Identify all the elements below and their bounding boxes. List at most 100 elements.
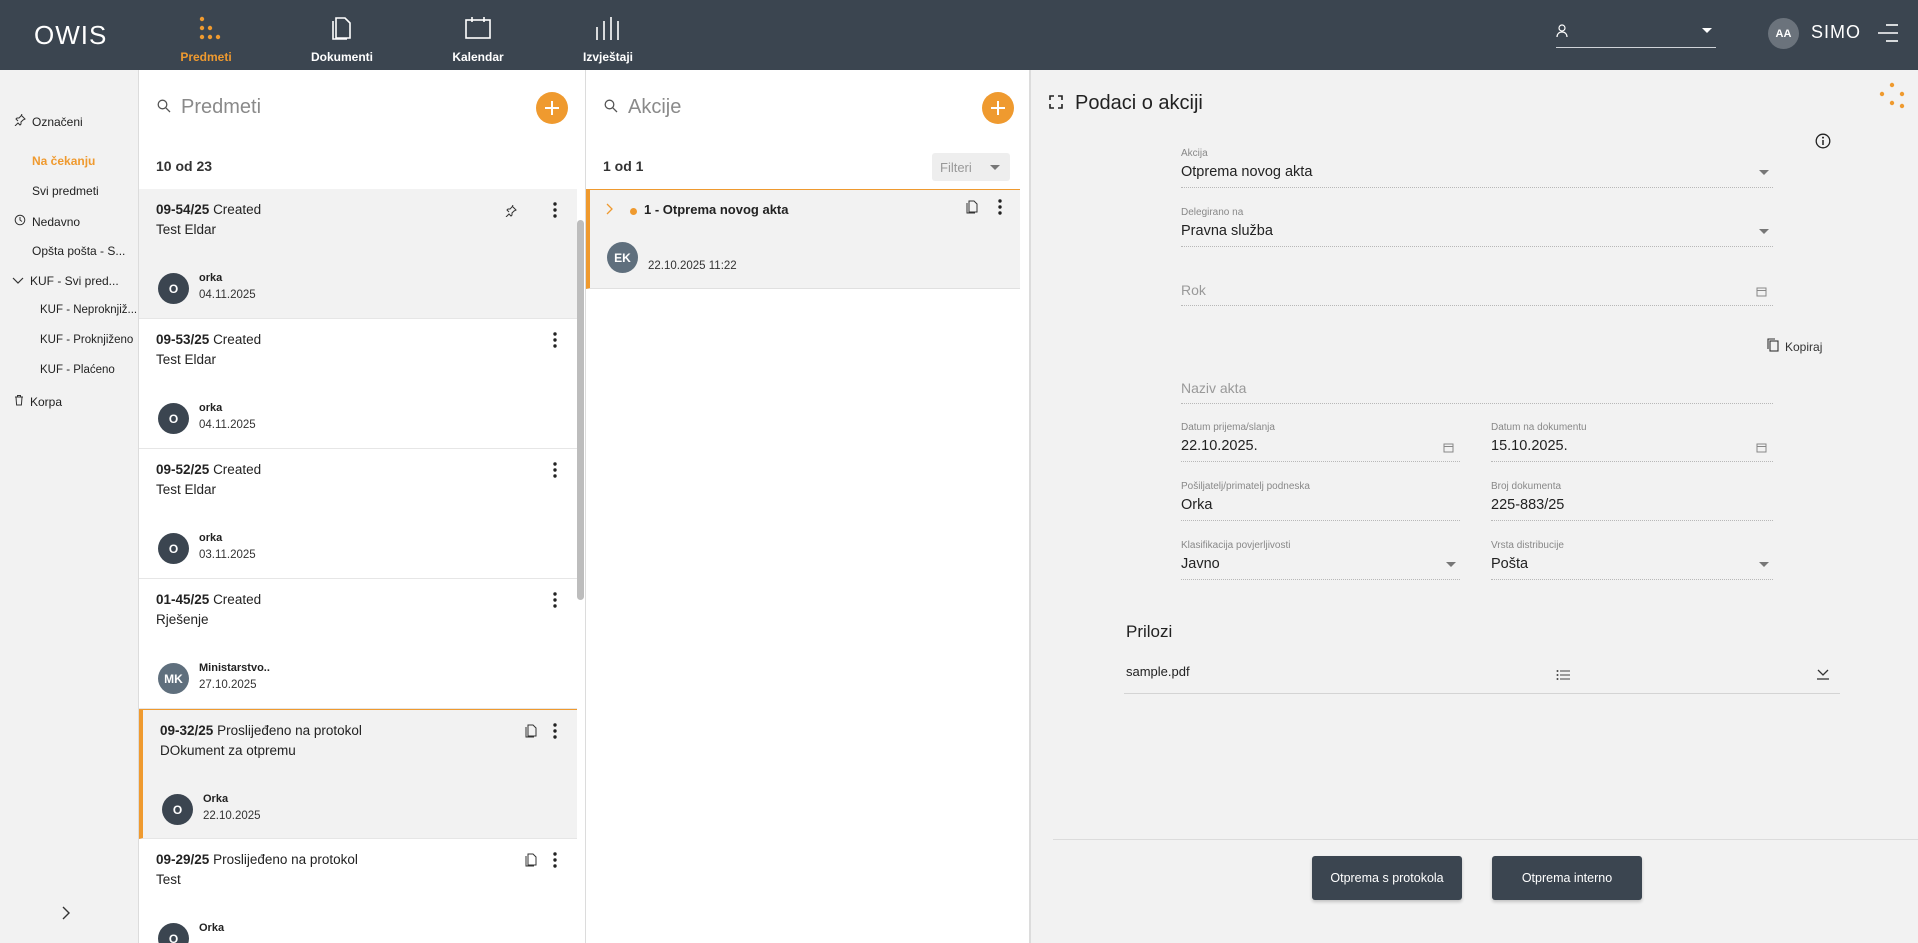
field-value: 22.10.2025. (1181, 438, 1258, 454)
user-icon (1556, 24, 1568, 43)
predmet-person: Orka (199, 922, 225, 934)
predmet-title: 09-54/25 Created (156, 202, 261, 217)
detail-title: Podaci o akciji (1075, 92, 1203, 114)
more-vertical-icon[interactable] (553, 202, 557, 218)
sidebar-item-kuf-neproknjizeno[interactable]: KUF - Neproknjiž... (40, 304, 137, 316)
attachment-name[interactable]: sample.pdf (1126, 664, 1190, 679)
top-bar: OWIS Predmeti Dokumenti Kalendar Izvješt… (0, 0, 1918, 70)
sidebar-item-opsta-posta[interactable]: Opšta pošta - S... (32, 244, 125, 258)
more-vertical-icon[interactable] (553, 592, 557, 608)
more-vertical-icon[interactable] (553, 723, 557, 739)
predmet-subject: Test Eldar (156, 352, 217, 367)
predmet-item[interactable]: 09-54/25 Created Test Eldar O orka 04.11… (139, 189, 577, 319)
calendar-icon[interactable] (1756, 284, 1767, 297)
akcija-item[interactable]: 1 - Otprema novog akta EK 22.10.2025 11:… (586, 189, 1020, 289)
predmet-subject: Test (156, 872, 181, 887)
field-value: 15.10.2025. (1491, 438, 1568, 454)
sidebar-item-oznaceni[interactable]: Označeni (14, 113, 83, 129)
pin-icon[interactable] (505, 204, 519, 218)
info-icon[interactable] (1815, 133, 1831, 154)
predmet-item[interactable]: 09-52/25 Created Test Eldar O orka 03.11… (139, 449, 577, 579)
avatar: O (158, 403, 189, 434)
sidebar-item-na-cekanju[interactable]: Na čekanju (32, 154, 95, 168)
nav-predmeti[interactable]: Predmeti (156, 12, 256, 64)
predmeti-count: 10 od 23 (156, 158, 213, 174)
sidebar-item-label: KUF - Svi pred... (30, 274, 119, 288)
distribucija-select[interactable]: Vrsta distribucije Pošta (1491, 540, 1773, 580)
predmet-item[interactable]: 09-29/25 Proslijeđeno na protokol Test O… (139, 839, 577, 943)
field-label: Broj dokumenta (1491, 481, 1562, 492)
predmet-item[interactable]: 09-53/25 Created Test Eldar O orka 04.11… (139, 319, 577, 449)
copy-button[interactable]: Kopiraj (1767, 338, 1822, 355)
document-icon[interactable] (966, 200, 978, 219)
predmet-title: 09-53/25 Created (156, 332, 261, 347)
filter-dropdown[interactable]: Filteri (932, 153, 1010, 181)
predmet-item[interactable]: 01-45/25 Created Rješenje MK Ministarstv… (139, 579, 577, 709)
sidebar-item-kuf-svi[interactable]: KUF - Svi pred... (12, 274, 119, 288)
fullscreen-icon[interactable] (1049, 92, 1063, 115)
datum-dokumenta-field[interactable]: Datum na dokumentu 15.10.2025. (1491, 422, 1773, 462)
menu-icon[interactable] (1876, 22, 1900, 44)
document-icon[interactable] (525, 724, 537, 738)
app-logo[interactable]: OWIS (34, 20, 107, 51)
sidebar-item-svi-predmeti[interactable]: Svi predmeti (32, 184, 99, 198)
download-icon[interactable] (1816, 666, 1830, 685)
nav-dokumenti[interactable]: Dokumenti (292, 12, 392, 64)
list-icon[interactable] (1556, 668, 1570, 686)
predmeti-search[interactable]: Predmeti (157, 96, 261, 119)
more-vertical-icon[interactable] (553, 462, 557, 478)
sidebar: Označeni Na čekanju Svi predmeti Nedavno… (0, 70, 138, 943)
sidebar-item-label: KUF - Proknjiženo (40, 334, 134, 346)
document-icon[interactable] (525, 853, 537, 867)
predmet-code: 09-53/25 (156, 332, 210, 347)
copy-icon (1767, 338, 1779, 355)
more-vertical-icon[interactable] (553, 852, 557, 868)
add-akcija-button[interactable] (982, 92, 1014, 124)
predmet-title: 09-32/25 Proslijeđeno na protokol (160, 723, 362, 738)
rok-date-field[interactable]: Rok (1181, 266, 1773, 306)
history-icon (14, 214, 26, 229)
attachment-row[interactable]: sample.pdf (1124, 654, 1840, 694)
more-vertical-icon[interactable] (998, 199, 1002, 220)
field-placeholder: Rok (1181, 282, 1206, 298)
akcija-select[interactable]: Akcija Otprema novog akta (1181, 148, 1773, 188)
calendar-icon[interactable] (1443, 440, 1454, 453)
add-predmet-button[interactable] (536, 92, 568, 124)
predmet-person: orka (199, 272, 223, 284)
calendar-icon[interactable] (1756, 440, 1767, 453)
datum-prijema-field[interactable]: Datum prijema/slanja 22.10.2025. (1181, 422, 1460, 462)
otprema-s-protokola-button[interactable]: Otprema s protokola (1312, 856, 1462, 900)
dots-grid-icon[interactable] (1877, 82, 1907, 115)
nav-kalendar[interactable]: Kalendar (428, 12, 528, 64)
copy-label: Kopiraj (1785, 339, 1823, 354)
predmet-person: orka (199, 402, 223, 414)
nav-izvjestaji[interactable]: Izvještaji (558, 12, 658, 64)
nav-label: Kalendar (452, 50, 504, 64)
akcija-title: 1 - Otprema novog akta (644, 202, 789, 217)
delegirano-select[interactable]: Delegirano na Pravna služba (1181, 207, 1773, 247)
plus-icon (991, 101, 1005, 115)
user-avatar[interactable]: AA (1768, 18, 1799, 49)
predmet-code: 09-52/25 (156, 462, 210, 477)
naziv-akta-field[interactable]: Naziv akta (1181, 364, 1773, 404)
sidebar-item-korpa[interactable]: Korpa (14, 394, 62, 409)
akcije-search[interactable]: Akcije (604, 96, 681, 119)
field-value: Orka (1181, 497, 1213, 513)
predmet-status: Created (213, 332, 262, 347)
broj-dokumenta-field[interactable]: Broj dokumenta 225-883/25 (1491, 481, 1773, 521)
klasifikacija-select[interactable]: Klasifikacija povjerljivosti Javno (1181, 540, 1460, 580)
avatar: O (158, 273, 189, 304)
expand-sidebar-icon[interactable] (58, 905, 74, 921)
otprema-interno-button[interactable]: Otprema interno (1492, 856, 1642, 900)
status-dot (630, 208, 637, 215)
posiljatelj-field[interactable]: Pošiljatelj/primatelj podneska Orka (1181, 481, 1460, 521)
search-placeholder: Predmeti (181, 96, 262, 118)
sidebar-item-kuf-placeno[interactable]: KUF - Plaćeno (40, 364, 115, 376)
sidebar-item-kuf-proknjizeno[interactable]: KUF - Proknjiženo (40, 334, 133, 346)
predmet-item[interactable]: 09-32/25 Proslijeđeno na protokol DOkume… (139, 709, 577, 839)
sidebar-item-nedavno[interactable]: Nedavno (14, 214, 80, 229)
chevron-right-icon[interactable] (604, 202, 614, 218)
scrollbar[interactable] (577, 220, 584, 600)
more-vertical-icon[interactable] (553, 332, 557, 348)
user-select[interactable] (1556, 22, 1716, 48)
